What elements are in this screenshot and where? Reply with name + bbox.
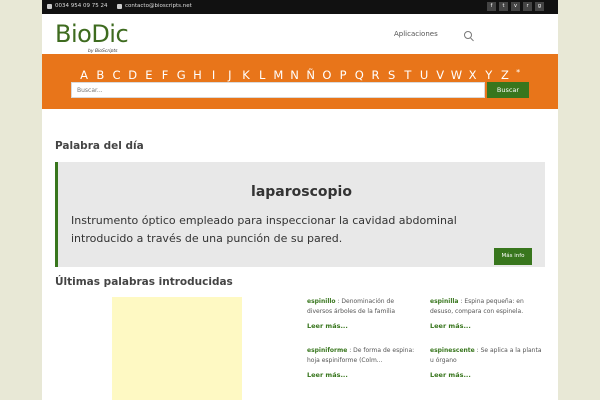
letter-link[interactable]: Ñ — [303, 68, 319, 82]
list-item: espiniforme : De forma de espina: hoja e… — [307, 346, 419, 380]
email-contact[interactable]: contacto@bioscripts.net — [117, 3, 192, 9]
letter-link[interactable]: R — [367, 68, 383, 82]
email-text[interactable]: contacto@bioscripts.net — [125, 3, 192, 9]
letter-link[interactable]: P — [335, 68, 351, 82]
facebook-icon[interactable]: f — [487, 2, 496, 11]
twitter-icon[interactable]: t — [499, 2, 508, 11]
page: 0034 954 09 75 24 contacto@bioscripts.ne… — [42, 0, 558, 400]
search-input[interactable] — [71, 82, 485, 98]
site-header: BioDic by BioScripts Aplicaciones — [42, 14, 558, 54]
word-of-day-word: laparoscopio — [251, 184, 352, 200]
letter-link[interactable]: U — [416, 68, 432, 82]
letter-link[interactable]: K — [238, 68, 254, 82]
entry-word[interactable]: espiniforme — [307, 347, 347, 354]
letter-link[interactable]: E — [141, 68, 157, 82]
phone-text: 0034 954 09 75 24 — [55, 3, 108, 9]
letter-link[interactable]: Q — [351, 68, 367, 82]
social-links: f t v r g — [487, 2, 544, 11]
letter-link[interactable]: D — [125, 68, 141, 82]
word-of-day-definition: Instrumento óptico empleado para inspecc… — [71, 214, 457, 245]
ad-banner — [112, 297, 242, 400]
list-item: espinilla : Espina pequeña: en desuso, c… — [430, 297, 542, 331]
letter-link[interactable]: Y — [481, 68, 497, 82]
search-button[interactable]: Buscar — [487, 82, 529, 98]
letter-link[interactable]: W — [448, 68, 464, 82]
letter-link[interactable]: B — [92, 68, 108, 82]
entry-word[interactable]: espinillo — [307, 298, 336, 305]
search-band: A B C D E F G H I J K L M N Ñ O P Q R S T U V W X Y Z * Buscar — [42, 54, 558, 109]
word-of-day-heading: Palabra del día — [55, 140, 144, 152]
phone-contact: 0034 954 09 75 24 — [47, 3, 107, 9]
letter-link[interactable]: T — [400, 68, 416, 82]
vimeo-icon[interactable]: v — [511, 2, 520, 11]
letter-link[interactable]: C — [108, 68, 124, 82]
list-item: espinillo : Denominación de diversos árb… — [307, 297, 419, 331]
search-icon[interactable] — [464, 31, 472, 39]
read-more-link[interactable]: Leer más... — [307, 321, 419, 331]
mail-icon — [117, 3, 122, 9]
entry-word[interactable]: espinilla — [430, 298, 458, 305]
letter-link[interactable]: I — [206, 68, 222, 82]
googleplus-icon[interactable]: g — [535, 2, 544, 11]
more-info-button[interactable]: Más info — [494, 248, 532, 265]
letter-link[interactable]: O — [319, 68, 335, 82]
phone-icon — [47, 3, 52, 9]
read-more-link[interactable]: Leer más... — [430, 321, 542, 331]
letter-link[interactable]: V — [432, 68, 448, 82]
alphabet-nav: A B C D E F G H I J K L M N Ñ O P Q R S T U V W X Y Z * — [76, 68, 523, 82]
read-more-link[interactable]: Leer más... — [430, 370, 542, 380]
letter-link[interactable]: H — [189, 68, 205, 82]
word-of-day-box: laparoscopio Instrumento óptico empleado… — [55, 162, 545, 267]
nav-aplicaciones[interactable]: Aplicaciones — [394, 30, 438, 38]
letter-link[interactable]: G — [173, 68, 189, 82]
letter-link[interactable]: S — [384, 68, 400, 82]
letter-link[interactable]: A — [76, 68, 92, 82]
entry-word[interactable]: espinescente — [430, 347, 475, 354]
letter-link-all[interactable]: * — [513, 68, 523, 82]
letter-link[interactable]: Z — [497, 68, 513, 82]
letter-link[interactable]: M — [270, 68, 286, 82]
list-item: espinescente : Se aplica a la planta u ó… — [430, 346, 542, 380]
letter-link[interactable]: L — [254, 68, 270, 82]
read-more-link[interactable]: Leer más... — [307, 370, 419, 380]
top-bar: 0034 954 09 75 24 contacto@bioscripts.ne… — [42, 0, 558, 14]
site-logo[interactable]: BioDic — [55, 20, 129, 48]
letter-link[interactable]: F — [157, 68, 173, 82]
letter-link[interactable]: X — [465, 68, 481, 82]
latest-words-heading: Últimas palabras introducidas — [55, 276, 233, 288]
letter-link[interactable]: J — [222, 68, 238, 82]
rss-icon[interactable]: r — [523, 2, 532, 11]
letter-link[interactable]: N — [286, 68, 302, 82]
